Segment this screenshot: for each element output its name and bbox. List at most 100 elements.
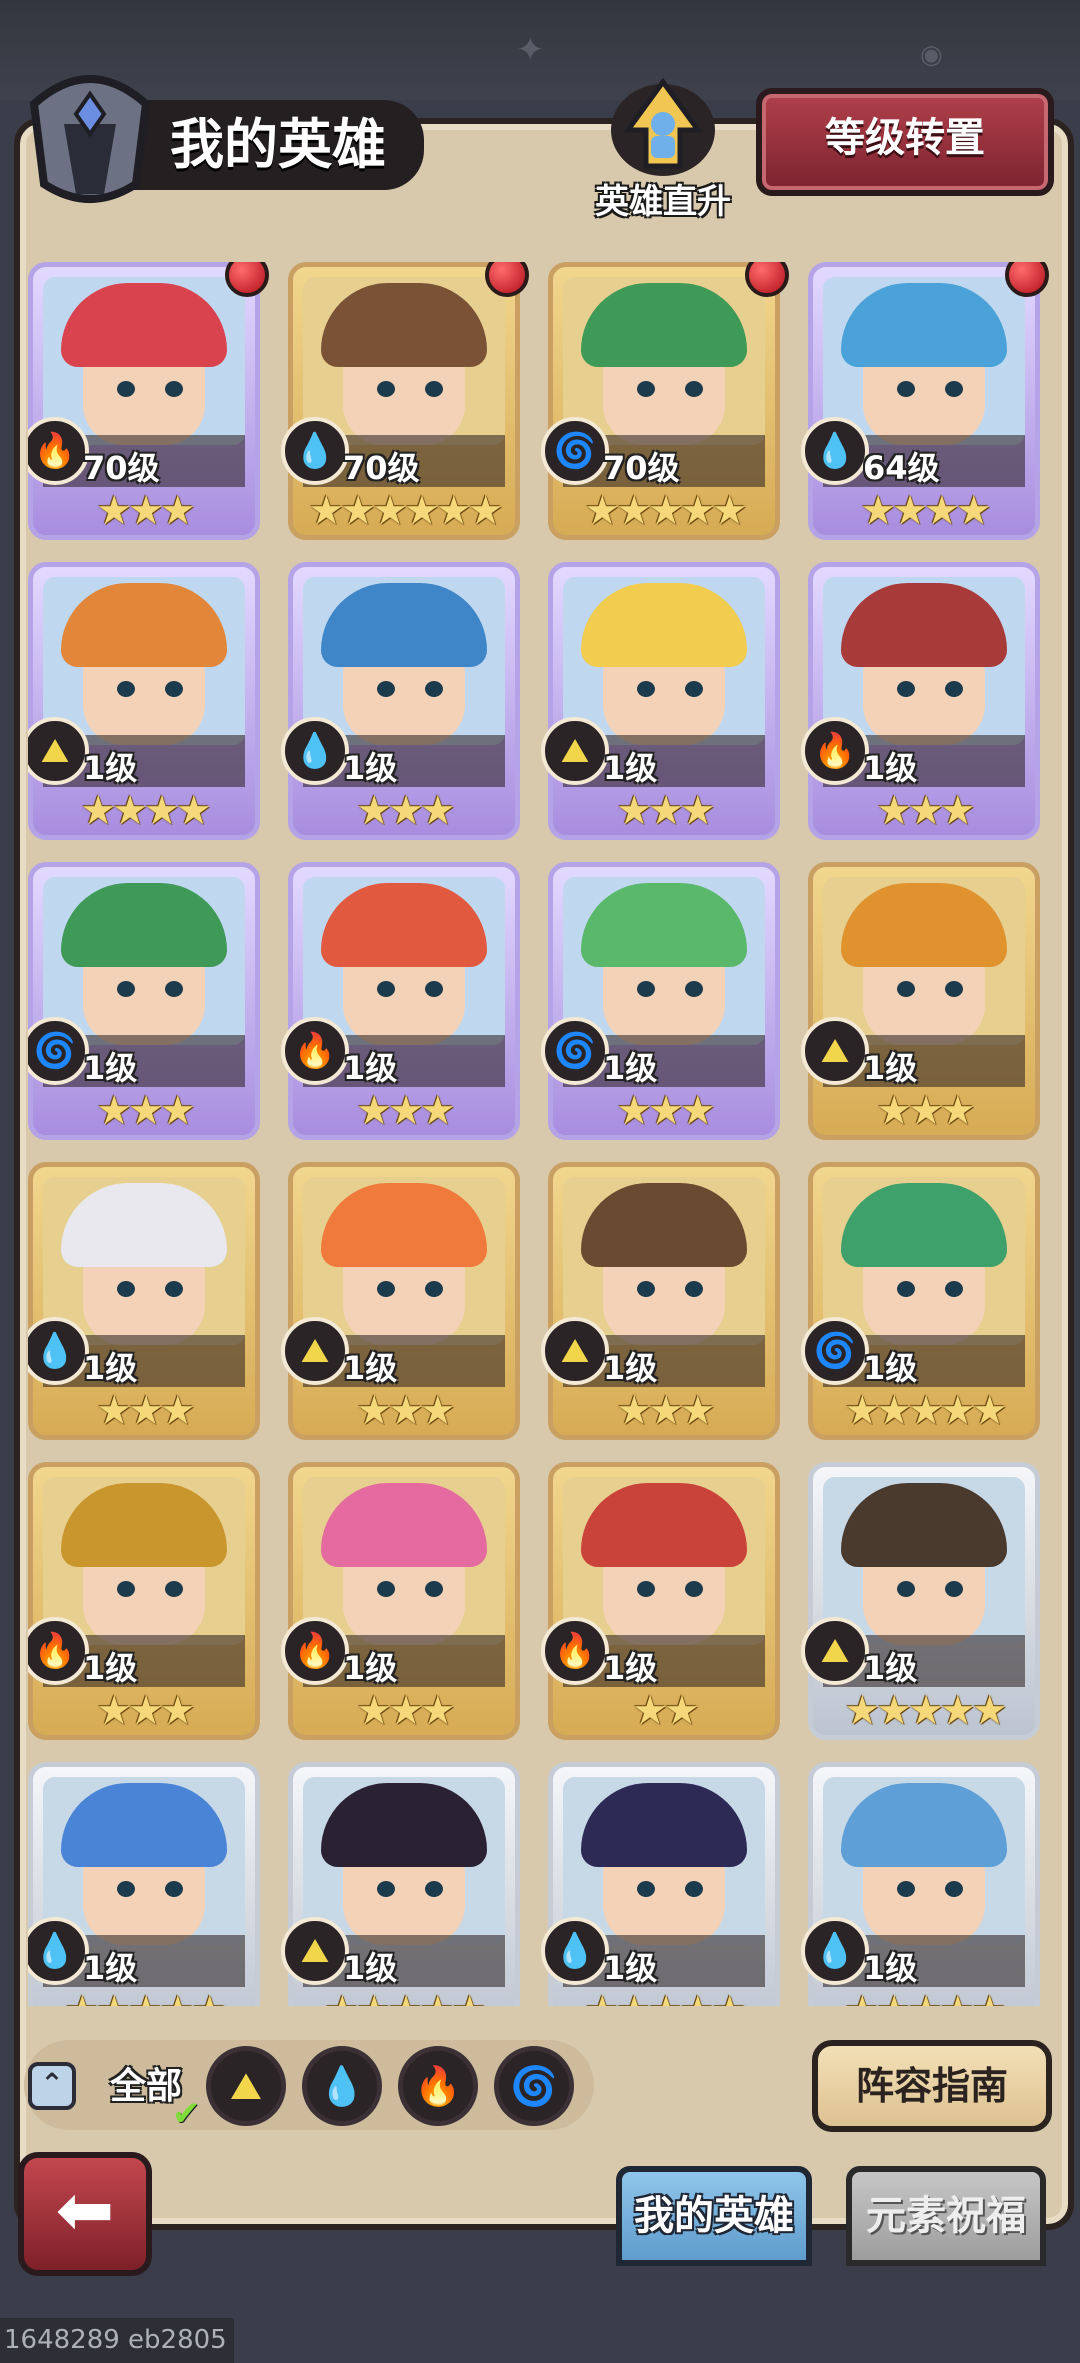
hero-stars: ★★★★★	[844, 1688, 1007, 1734]
hero-stars: ★★★	[356, 1388, 456, 1434]
hero-portrait	[563, 877, 765, 1045]
star-deco-icon: ✦	[516, 30, 545, 70]
hero-eye	[945, 1881, 963, 1897]
hero-stars: ★★★★★	[844, 1388, 1007, 1434]
hero-stars: ★★★★	[80, 788, 211, 834]
wood-element-icon: 🌀	[801, 1317, 869, 1385]
earth-element-icon: ⛰	[281, 1317, 349, 1385]
hero-card[interactable]: ⛰ 1级 ★★★	[541, 562, 780, 840]
hero-eye	[637, 1581, 655, 1597]
hero-hair	[61, 1183, 227, 1267]
hero-card[interactable]: 🔥 1级 ★★★	[281, 1462, 520, 1740]
hero-card[interactable]: 🔥 1级 ★★★	[281, 862, 520, 1140]
hero-eye	[117, 1881, 135, 1897]
hero-card[interactable]: 🌀 1级 ★★★	[541, 862, 780, 1140]
hero-stars: ★★★	[616, 788, 716, 834]
hero-stars: ★★★★★	[33, 1989, 255, 2006]
hero-card[interactable]: 💧 1级 ★★★	[28, 1162, 260, 1440]
hero-card[interactable]: ⛰ 1级 ★★★★	[28, 562, 260, 840]
fire-element-icon: 🔥	[281, 1617, 349, 1685]
hero-eye	[897, 1281, 915, 1297]
hero-card[interactable]: ⛰1级★★★★★	[801, 1462, 1040, 1740]
hero-eye	[117, 681, 135, 697]
hero-hair	[321, 283, 487, 367]
back-arrow-button[interactable]: ⬅	[18, 2152, 152, 2276]
hero-card[interactable]: 💧1级★★★★★	[541, 1762, 780, 2006]
hero-eye	[945, 981, 963, 997]
level-transfer-button[interactable]: 等级转置	[756, 88, 1054, 196]
hero-portrait	[563, 1477, 765, 1645]
hero-level: 1级	[83, 749, 138, 787]
hero-portrait	[823, 1477, 1025, 1645]
hero-level: 1级	[863, 1049, 918, 1087]
hero-level: 1级	[83, 1949, 138, 1987]
earth-element-icon: ⛰	[541, 717, 609, 785]
hero-card[interactable]: 💧1级★★★★★	[801, 1762, 1040, 2006]
hero-stars: ★★★★★	[293, 1989, 515, 2006]
hero-eye	[685, 1281, 703, 1297]
hero-card[interactable]: ⛰ 1级 ★★★	[801, 862, 1040, 1140]
hero-direct-upgrade-button[interactable]: 英雄直升	[588, 70, 738, 222]
hero-card[interactable]: 🔥 1级 ★★	[541, 1462, 780, 1740]
hero-portrait	[303, 277, 505, 445]
hero-stars: ★★★★★	[584, 488, 747, 534]
hero-level: 70级	[603, 449, 680, 487]
hero-card[interactable]: 💧 64级 ★★★★	[801, 262, 1049, 540]
hero-hair	[841, 283, 1007, 367]
lineup-guide-button[interactable]: 阵容指南	[812, 2040, 1052, 2132]
hero-hair	[581, 1183, 747, 1267]
hero-eye	[425, 681, 443, 697]
hero-grid[interactable]: 🔥 70级 ★★★ 💧 70级 ★★★★★★ 🌀 70级 ★★★★★ 💧 64级 ★★★★ ⛰ 1级 ★★★…	[28, 262, 1052, 2006]
filter-wood-icon[interactable]: 🌀	[494, 2046, 574, 2126]
hero-card[interactable]: 🌀 1级 ★★★	[28, 862, 260, 1140]
hero-level: 1级	[83, 1349, 138, 1387]
hero-card[interactable]: 💧1级★★★★★	[28, 1762, 260, 2006]
hero-card[interactable]: 💧 1级 ★★★	[281, 562, 520, 840]
hero-card[interactable]: ⛰ 1级 ★★★	[281, 1162, 520, 1440]
hero-card[interactable]: 💧 70级 ★★★★★★	[281, 262, 529, 540]
hero-level: 1级	[343, 749, 398, 787]
hero-portrait	[43, 1777, 245, 1945]
hero-eye	[425, 1881, 443, 1897]
back-arrow-icon: ⬅	[55, 2169, 115, 2251]
upgrade-arrow-icon	[611, 77, 715, 176]
filter-fire-icon[interactable]: 🔥	[398, 2046, 478, 2126]
hero-card[interactable]: 🔥 1级 ★★★	[801, 562, 1040, 840]
hero-eye	[685, 1581, 703, 1597]
hero-portrait	[43, 1477, 245, 1645]
hero-portrait	[43, 277, 245, 445]
tab-element-blessing[interactable]: 元素祝福	[846, 2166, 1046, 2266]
hero-eye	[165, 1581, 183, 1597]
hero-portrait	[303, 877, 505, 1045]
hero-level: 1级	[343, 1349, 398, 1387]
hero-stars: ★★★	[876, 1088, 976, 1134]
hero-eye	[377, 381, 395, 397]
fire-element-icon: 🔥	[281, 1017, 349, 1085]
hero-stars: ★★★	[616, 1088, 716, 1134]
tab-my-heroes[interactable]: 我的英雄	[616, 2166, 812, 2266]
footer-id-text: 1648289 eb2805	[0, 2318, 234, 2363]
hero-card[interactable]: 🔥 70级 ★★★	[28, 262, 269, 540]
hero-card[interactable]: 🌀 70级 ★★★★★	[541, 262, 789, 540]
hero-stars: ★★★	[96, 1388, 196, 1434]
hero-eye	[377, 1281, 395, 1297]
hero-card[interactable]: 🌀 1级 ★★★★★	[801, 1162, 1040, 1440]
hero-level: 1级	[603, 1649, 658, 1687]
hero-portrait	[823, 877, 1025, 1045]
filter-earth-icon[interactable]: ⛰	[206, 2046, 286, 2126]
hero-hair	[61, 583, 227, 667]
hero-hair	[581, 1483, 747, 1567]
hero-eye	[685, 381, 703, 397]
hero-card[interactable]: 🔥 1级 ★★★	[28, 1462, 260, 1740]
hero-level: 1级	[603, 1949, 658, 1987]
collapse-up-icon[interactable]: ⌃	[28, 2062, 76, 2110]
hero-portrait	[563, 577, 765, 745]
hero-hair	[321, 1483, 487, 1567]
hero-card[interactable]: ⛰ 1级 ★★★	[541, 1162, 780, 1440]
filter-water-icon[interactable]: 💧	[302, 2046, 382, 2126]
hero-portrait	[563, 1177, 765, 1345]
hero-card[interactable]: ⛰1级★★★★★	[281, 1762, 520, 2006]
hero-level: 1级	[83, 1649, 138, 1687]
fire-element-icon: 🔥	[801, 717, 869, 785]
hero-portrait	[303, 577, 505, 745]
